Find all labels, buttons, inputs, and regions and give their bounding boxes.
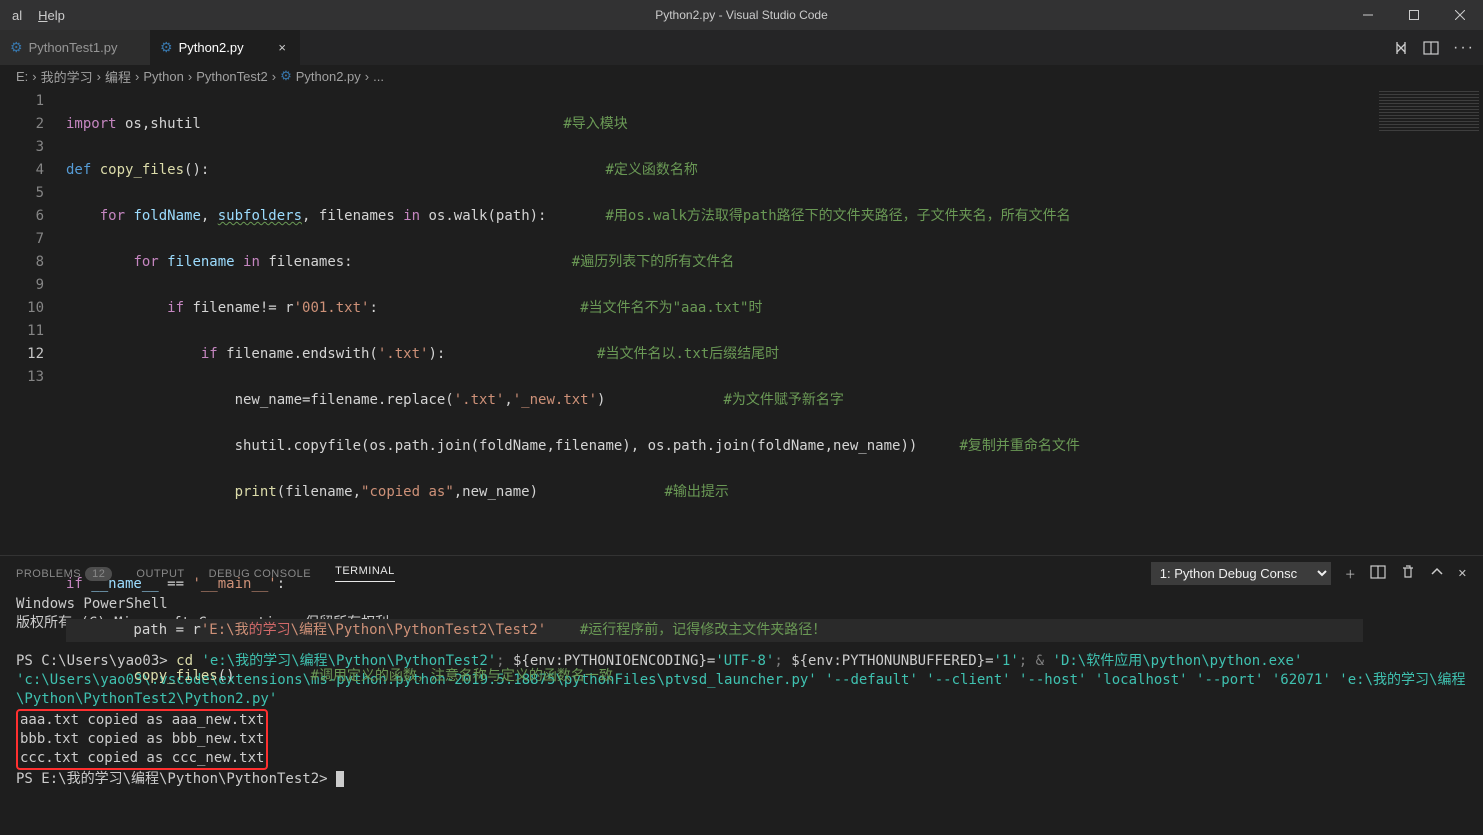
breadcrumb-item[interactable]: Python2.py bbox=[296, 69, 361, 84]
split-terminal-icon[interactable] bbox=[1370, 564, 1386, 583]
tab-python2[interactable]: ⚙ Python2.py × bbox=[150, 30, 300, 65]
breadcrumb-item[interactable]: Python bbox=[143, 69, 183, 84]
breadcrumb-item[interactable]: 我的学习 bbox=[41, 67, 93, 86]
editor-tabs: ⚙ PythonTest1.py ⚙ Python2.py × ··· bbox=[0, 30, 1483, 65]
trash-icon[interactable] bbox=[1400, 564, 1416, 583]
breadcrumb-item[interactable]: PythonTest2 bbox=[196, 69, 268, 84]
chevron-right-icon: › bbox=[365, 69, 369, 84]
more-icon[interactable]: ··· bbox=[1453, 39, 1475, 57]
python-file-icon: ⚙ bbox=[10, 39, 23, 56]
menu-bar: al Help bbox=[0, 0, 73, 30]
maximize-button[interactable] bbox=[1391, 0, 1437, 30]
split-editor-icon[interactable] bbox=[1423, 40, 1439, 56]
editor[interactable]: 12345678910111213 import os,shutil #导入模块… bbox=[0, 87, 1483, 555]
minimize-button[interactable] bbox=[1345, 0, 1391, 30]
titlebar: al Help Python2.py - Visual Studio Code bbox=[0, 0, 1483, 30]
breadcrumb-item[interactable]: ... bbox=[373, 69, 384, 84]
window-controls bbox=[1345, 0, 1483, 30]
tab-actions: ··· bbox=[1393, 30, 1483, 65]
minimap[interactable] bbox=[1363, 87, 1483, 555]
tab-label: PythonTest1.py bbox=[29, 40, 118, 55]
close-button[interactable] bbox=[1437, 0, 1483, 30]
compare-icon[interactable] bbox=[1393, 40, 1409, 56]
line-numbers: 12345678910111213 bbox=[0, 87, 66, 555]
tab-label: Python2.py bbox=[179, 40, 244, 55]
code-content[interactable]: import os,shutil #导入模块 def copy_files():… bbox=[66, 87, 1363, 555]
chevron-right-icon: › bbox=[272, 69, 276, 84]
menu-terminal[interactable]: al bbox=[4, 0, 30, 30]
menu-label: H bbox=[38, 8, 47, 23]
chevron-right-icon: › bbox=[97, 69, 101, 84]
tab-close-icon[interactable]: × bbox=[274, 38, 290, 57]
python-file-icon: ⚙ bbox=[160, 39, 173, 56]
menu-label: al bbox=[12, 8, 22, 23]
close-panel-icon[interactable]: ✕ bbox=[1458, 567, 1467, 580]
breadcrumb-item[interactable]: 编程 bbox=[105, 67, 131, 86]
window-title: Python2.py - Visual Studio Code bbox=[655, 8, 828, 22]
python-file-icon: ⚙ bbox=[280, 68, 292, 84]
tab-pythontest1[interactable]: ⚙ PythonTest1.py bbox=[0, 30, 150, 65]
cursor-icon bbox=[336, 771, 344, 787]
menu-label-rest: elp bbox=[48, 8, 65, 23]
chevron-up-icon[interactable] bbox=[1430, 565, 1444, 582]
breadcrumbs[interactable]: E: › 我的学习 › 编程 › Python › PythonTest2 › ⚙ Pyt… bbox=[0, 65, 1483, 87]
chevron-right-icon: › bbox=[32, 69, 36, 84]
terminal-line: PS E:\我的学习\编程\Python\PythonTest2> bbox=[16, 770, 1467, 789]
menu-help[interactable]: Help bbox=[30, 0, 73, 30]
breadcrumb-item[interactable]: E: bbox=[16, 69, 28, 84]
chevron-right-icon: › bbox=[135, 69, 139, 84]
chevron-right-icon: › bbox=[188, 69, 192, 84]
